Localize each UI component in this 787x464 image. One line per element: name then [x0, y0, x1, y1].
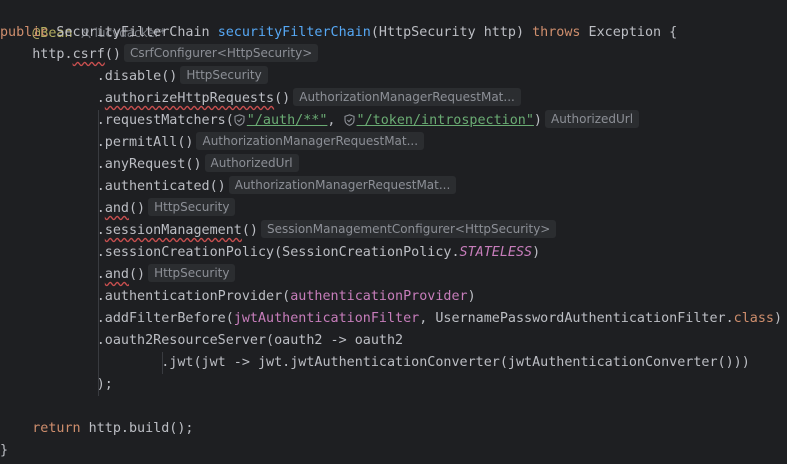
- code-text: .authenticationProvider(: [0, 289, 291, 304]
- type-hint-session-management: SessionManagementConfigurer<HttpSecurity…: [261, 220, 557, 238]
- code-text: );: [0, 377, 113, 392]
- code-text: ,: [327, 113, 344, 128]
- path-string-auth: "/auth/**": [246, 113, 328, 128]
- code-text: http.: [0, 47, 73, 62]
- code-line-3[interactable]: http.csrf() CsrfConfigurer<HttpSecurity>: [0, 44, 319, 66]
- code-line-20[interactable]: return http.build();: [0, 418, 194, 440]
- code-text: .permitAll(): [0, 135, 194, 150]
- code-editor[interactable]: @Bean lucvdacker* public SecurityFilterCh…: [0, 0, 787, 464]
- code-line-12[interactable]: .sessionCreationPolicy(SessionCreationPo…: [0, 242, 540, 264]
- code-line-13[interactable]: .and() HttpSecurity: [0, 264, 236, 286]
- constant-stateless: STATELESS: [459, 245, 533, 260]
- return-type: SecurityFilterChain: [48, 25, 218, 40]
- keyword-public: public: [0, 25, 49, 40]
- method-params: (HttpSecurity http): [370, 25, 533, 40]
- code-text: (): [104, 47, 121, 62]
- code-text: .: [0, 91, 105, 106]
- exception-type: Exception {: [580, 25, 678, 40]
- code-text: (): [241, 223, 258, 238]
- code-line-6[interactable]: .requestMatchers( "/auth/**", "/token/int…: [0, 110, 640, 132]
- type-hint-and: HttpSecurity: [148, 264, 236, 282]
- code-text: .: [0, 223, 105, 238]
- code-line-2[interactable]: public SecurityFilterChain securityFilte…: [0, 22, 677, 44]
- type-hint-request-matchers: AuthorizedUrl: [544, 110, 640, 128]
- keyword-return: return: [32, 421, 81, 436]
- keyword-class: class: [733, 311, 774, 326]
- shield-icon[interactable]: [343, 114, 355, 126]
- code-text: (): [129, 267, 146, 282]
- code-text: ): [532, 245, 541, 260]
- session-management-call: sessionManagement: [104, 223, 242, 238]
- code-line-14[interactable]: .authenticationProvider(authenticationPr…: [0, 286, 476, 308]
- code-line-5[interactable]: .authorizeHttpRequests() AuthorizationMan…: [0, 88, 521, 110]
- code-line-11[interactable]: .sessionManagement() SessionManagementCon…: [0, 220, 557, 242]
- code-text: ): [773, 311, 783, 326]
- code-line-4[interactable]: .disable() HttpSecurity: [0, 66, 268, 88]
- keyword-throws: throws: [532, 25, 581, 40]
- code-line-1[interactable]: @Bean lucvdacker*: [0, 0, 165, 41]
- csrf-call: csrf: [72, 47, 105, 62]
- code-line-10[interactable]: .and() HttpSecurity: [0, 198, 236, 220]
- code-text: .: [0, 267, 105, 282]
- code-text: .sessionCreationPolicy(SessionCreationPo…: [0, 245, 460, 260]
- code-line-8[interactable]: .anyRequest() AuthorizedUrl: [0, 154, 299, 176]
- code-text: .oauth2ResourceServer(oauth2 -> oauth2: [0, 333, 404, 348]
- method-name: securityFilterChain: [217, 25, 371, 40]
- type-hint-and: HttpSecurity: [148, 198, 236, 216]
- type-hint-any-request: AuthorizedUrl: [204, 154, 299, 172]
- type-hint-csrf: CsrfConfigurer<HttpSecurity>: [123, 44, 319, 62]
- code-text: .disable(): [0, 69, 178, 84]
- type-hint-disable: HttpSecurity: [180, 66, 268, 84]
- code-text: .authenticated(): [0, 179, 226, 194]
- code-text: ): [533, 113, 542, 128]
- code-line-18[interactable]: );: [0, 374, 113, 396]
- code-text: (): [129, 201, 146, 216]
- code-line-7[interactable]: .permitAll() AuthorizationManagerRequestM…: [0, 132, 425, 154]
- code-text: .requestMatchers(: [0, 113, 234, 128]
- type-hint-permit-all: AuthorizationManagerRequestMat...: [196, 132, 425, 150]
- code-text: , UsernamePasswordAuthenticationFilter.: [419, 311, 734, 326]
- type-hint-authenticated: AuthorizationManagerRequestMat...: [228, 176, 457, 194]
- authorize-http-requests-call: authorizeHttpRequests: [104, 91, 275, 106]
- code-line-16[interactable]: .oauth2ResourceServer(oauth2 -> oauth2: [0, 330, 403, 352]
- type-hint-authorize: AuthorizationManagerRequestMat...: [293, 88, 521, 106]
- code-line-15[interactable]: .addFilterBefore(jwtAuthenticationFilter…: [0, 308, 782, 330]
- code-line-21[interactable]: }: [0, 440, 8, 462]
- code-text: ): [467, 289, 476, 304]
- field-jwt-authentication-filter: jwtAuthenticationFilter: [233, 311, 420, 326]
- code-text: .: [0, 201, 105, 216]
- field-authentication-provider: authenticationProvider: [290, 289, 468, 304]
- shield-icon[interactable]: [234, 114, 245, 126]
- code-line-17[interactable]: .jwt(jwt -> jwt.jwtAuthenticationConvert…: [0, 352, 750, 374]
- and-call: and: [104, 267, 129, 282]
- code-text: .anyRequest(): [0, 157, 202, 172]
- code-text: }: [0, 443, 9, 458]
- code-text: (): [274, 91, 291, 106]
- and-call: and: [104, 201, 129, 216]
- code-text: .jwt(jwt -> jwt.jwtAuthenticationConvert…: [0, 355, 750, 370]
- path-string-token: "/token/introspection": [356, 113, 534, 128]
- code-text: .addFilterBefore(: [0, 311, 234, 326]
- code-line-9[interactable]: .authenticated() AuthorizationManagerRequ…: [0, 176, 457, 198]
- code-text: http.build();: [80, 421, 194, 436]
